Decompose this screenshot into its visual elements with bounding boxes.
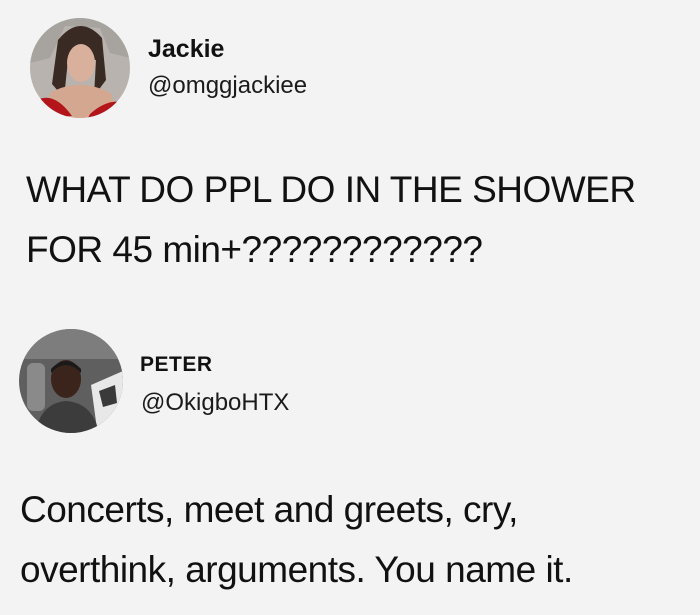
username-handle[interactable]: @omggjackiee [148,72,307,100]
username-handle[interactable]: @OkigboHTX [141,389,289,417]
tweet-text: WHAT DO PPL DO IN THE SHOWER FOR 45 min+… [26,169,636,270]
display-name[interactable]: PETER [140,353,213,377]
display-name[interactable]: Jackie [148,35,224,64]
tweet-reply: PETER @OkigboHTX Concerts, meet and gree… [0,315,700,615]
profile-photo-icon[interactable] [30,18,130,118]
profile-photo-icon[interactable] [19,329,123,433]
tweet-text: Concerts, meet and greets, cry, overthin… [20,489,573,590]
tweet-original: Jackie @omggjackiee WHAT DO PPL DO IN TH… [0,0,700,300]
